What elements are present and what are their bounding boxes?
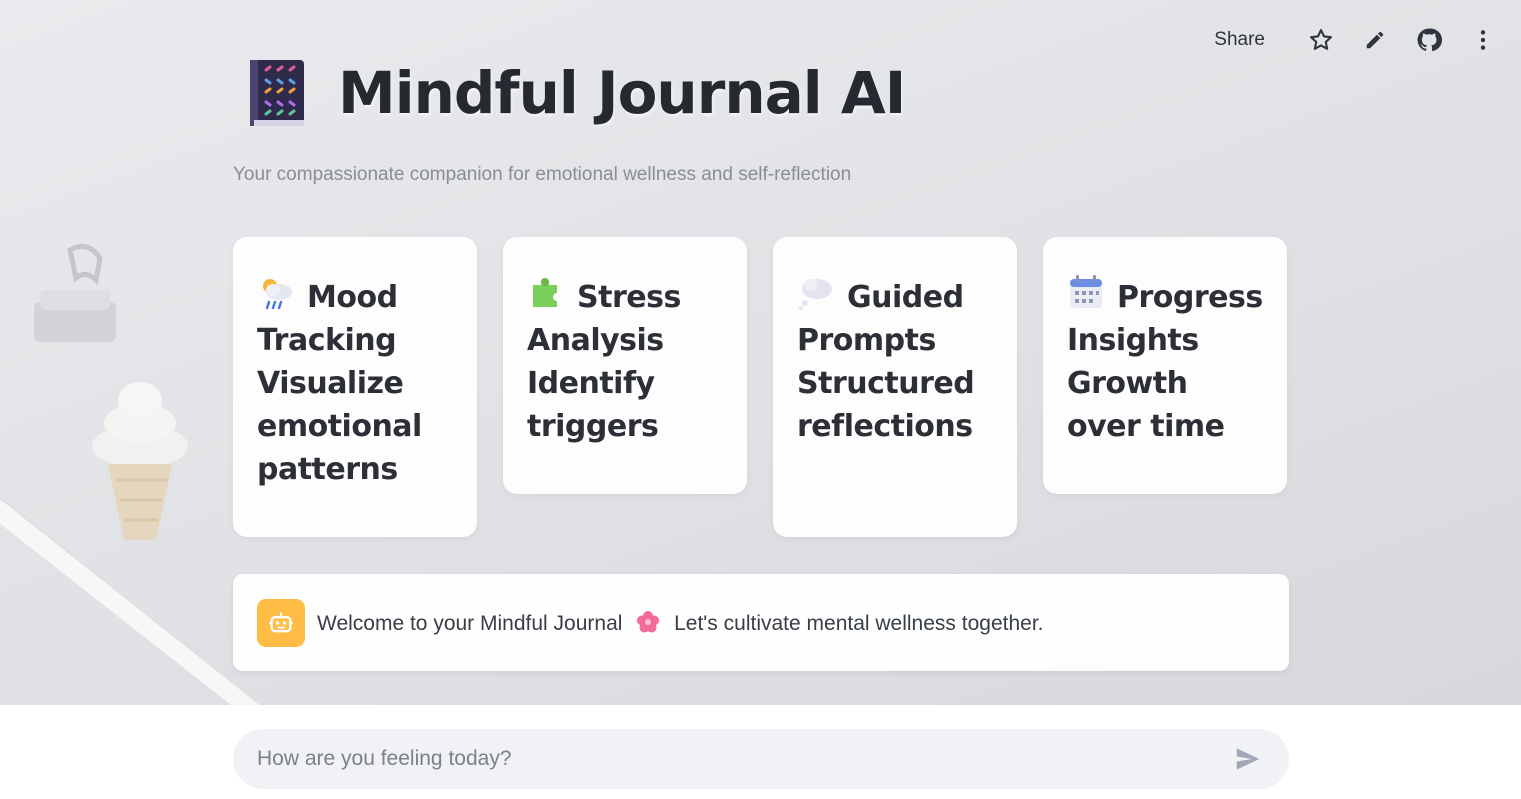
send-icon[interactable] [1231, 742, 1265, 776]
feature-text: Mood Tracking Visualize emotional patter… [257, 280, 422, 487]
message-text-after: Let's cultivate mental wellness together… [674, 611, 1044, 635]
chat-input[interactable] [257, 747, 1231, 771]
feature-card-progress-insights: Progress Insights Growth over time [1043, 237, 1287, 494]
robot-icon [257, 598, 305, 647]
calendar-icon [1070, 275, 1102, 308]
binder-clip-decoration [34, 243, 116, 342]
message-text: Welcome to your Mindful Journal Let's cu… [317, 610, 1044, 636]
page-title: Mindful Journal AI [338, 59, 906, 127]
page-header: Mindful Journal AI [244, 58, 906, 128]
share-button[interactable]: Share [1206, 25, 1273, 55]
top-toolbar: Share [1206, 24, 1503, 56]
github-icon[interactable] [1409, 24, 1449, 56]
feature-card-mood-tracking: Mood Tracking Visualize emotional patter… [233, 237, 477, 537]
assistant-message: Welcome to your Mindful Journal Let's cu… [233, 574, 1289, 671]
chat-input-container [233, 729, 1289, 789]
pencil-icon[interactable] [1355, 24, 1395, 56]
puzzle-piece-icon [533, 278, 557, 307]
notebook-icon [250, 60, 304, 126]
message-text-before: Welcome to your Mindful Journal [317, 611, 623, 635]
more-vertical-icon[interactable] [1463, 24, 1503, 56]
feature-card-guided-prompts: Guided Prompts Structured reflections [773, 237, 1017, 537]
page-subtitle: Your compassionate companion for emotion… [233, 164, 852, 185]
thought-bubble-icon [799, 279, 832, 310]
cherry-blossom-icon [637, 610, 660, 632]
star-icon[interactable] [1301, 24, 1341, 56]
rain-cloud-icon [263, 279, 292, 310]
feature-card-stress-analysis: Stress Analysis Identify triggers [503, 237, 747, 494]
